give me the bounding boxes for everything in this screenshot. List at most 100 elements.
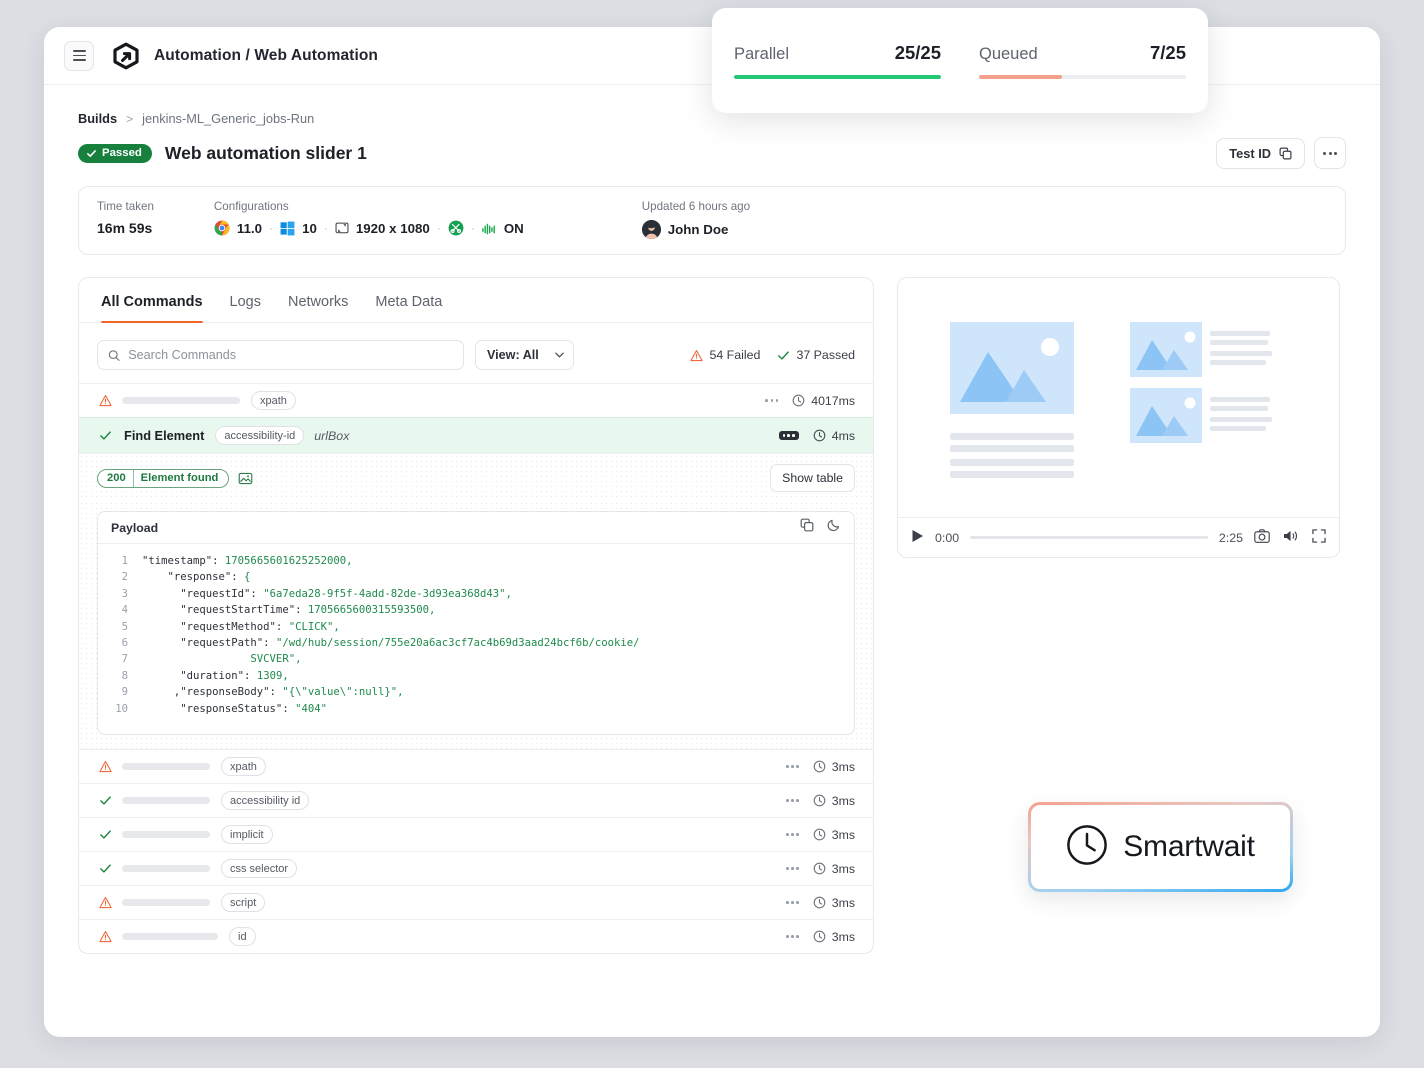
tab-networks[interactable]: Networks	[288, 294, 348, 322]
tab-meta-data[interactable]: Meta Data	[375, 294, 442, 322]
command-duration: 4ms	[813, 429, 855, 443]
test-id-label: Test ID	[1229, 146, 1271, 161]
test-id-button[interactable]: Test ID	[1216, 138, 1305, 169]
progress-bar[interactable]	[970, 536, 1208, 539]
clock-icon	[813, 760, 826, 773]
stat-queued-value: 7/25	[1150, 42, 1186, 64]
text-placeholder-line	[950, 459, 1074, 466]
command-row[interactable]: implicit3ms	[79, 817, 873, 851]
payload-code-line: 9 ,"responseBody": "{\"value\":null}",	[98, 684, 854, 700]
command-row[interactable]: script 3ms	[79, 885, 873, 919]
duration-label: 3ms	[832, 828, 855, 842]
video-panel: 0:00 2:25	[897, 277, 1340, 558]
command-row[interactable]: xpath 4017ms	[79, 383, 873, 417]
check-icon	[97, 862, 113, 875]
title-row: Passed Web automation slider 1 Test ID	[78, 137, 1346, 169]
status-badge-label: Passed	[102, 147, 142, 159]
clock-icon	[792, 394, 805, 407]
screenshot-icon[interactable]	[238, 471, 253, 486]
clock-icon	[813, 896, 826, 909]
screen-root: Automation / Web Automation Builds > jen…	[0, 0, 1424, 1068]
total-time: 2:25	[1219, 531, 1243, 545]
breadcrumb-root[interactable]: Builds	[78, 111, 117, 126]
play-icon[interactable]	[911, 529, 924, 546]
hamburger-icon[interactable]	[64, 41, 94, 71]
response-code: 200	[98, 470, 134, 487]
breadcrumb-leaf[interactable]: jenkins-ML_Generic_jobs-Run	[142, 111, 314, 126]
redacted-command-name	[122, 933, 218, 940]
row-more-button[interactable]	[786, 833, 799, 836]
clock-icon	[813, 930, 826, 943]
payload-header: Payload	[98, 512, 854, 544]
row-more-button[interactable]	[765, 399, 778, 402]
row-more-button[interactable]	[786, 935, 799, 938]
check-icon	[777, 349, 790, 362]
page-title: Web automation slider 1	[165, 143, 367, 164]
network-wave-icon	[482, 222, 497, 235]
command-row-actions: 3ms	[786, 828, 855, 842]
search-box[interactable]	[97, 340, 464, 370]
tab-bar: All Commands Logs Networks Meta Data	[79, 278, 873, 323]
redacted-command-name	[122, 865, 210, 872]
row-more-button[interactable]	[786, 765, 799, 768]
show-table-button[interactable]: Show table	[770, 464, 855, 492]
command-row-actions: 3ms	[786, 760, 855, 774]
command-row[interactable]: css selector 3ms	[79, 851, 873, 885]
command-row-actions: 3ms	[786, 896, 855, 910]
command-duration: 3ms	[813, 930, 855, 944]
redacted-command-name	[122, 831, 210, 838]
row-more-button[interactable]	[786, 901, 799, 904]
stat-parallel-top: Parallel 25/25	[734, 42, 941, 64]
payload-code-line: 3 "requestId": "6a7eda28-9f5f-4add-82de-…	[98, 586, 854, 602]
check-icon	[86, 148, 97, 159]
payload-code-line: 5 "requestMethod": "CLICK",	[98, 619, 854, 635]
warning-icon	[97, 896, 113, 909]
windows-icon	[280, 221, 295, 236]
row-more-button[interactable]	[786, 799, 799, 802]
duration-label: 4ms	[832, 429, 855, 443]
element-found-row: 200 Element found Show table	[79, 453, 873, 501]
command-row[interactable]: accessibility id3ms	[79, 783, 873, 817]
clock-icon	[813, 429, 826, 442]
payload-code[interactable]: 1"timestamp": 1705665601625252000,2 "res…	[98, 544, 854, 734]
payload-code-line: 2 "response": {	[98, 569, 854, 585]
command-locator-tag: css selector	[221, 859, 297, 878]
fullscreen-icon[interactable]	[1312, 529, 1326, 546]
stat-queued: Queued 7/25	[979, 42, 1186, 78]
chevron-down-icon	[555, 352, 564, 358]
selected-command-row[interactable]: Find Element accessibility-id urlBox 4ms	[79, 417, 873, 453]
command-duration: 3ms	[813, 896, 855, 910]
moon-icon[interactable]	[827, 518, 841, 537]
parallel-queued-stats-card: Parallel 25/25 Queued 7/25	[712, 8, 1208, 113]
time-taken-block: Time taken 16m 59s	[97, 200, 154, 236]
row-more-button-active[interactable]	[779, 431, 799, 440]
search-input[interactable]	[128, 348, 453, 362]
view-filter-dropdown[interactable]: View: All	[475, 340, 574, 370]
command-row[interactable]: xpath3ms	[79, 749, 873, 783]
command-row[interactable]: id3ms	[79, 919, 873, 953]
status-badge: Passed	[78, 144, 152, 163]
command-locator-tag: script	[221, 893, 265, 912]
time-taken-value: 16m 59s	[97, 220, 154, 236]
result-counts: 54 Failed 37 Passed	[690, 348, 855, 362]
check-icon	[97, 828, 113, 841]
command-locator-tag: accessibility id	[221, 791, 309, 810]
tab-logs[interactable]: Logs	[230, 294, 261, 322]
video-preview-skeleton	[898, 278, 1339, 517]
line-number: 6	[98, 635, 142, 651]
payload-code-line: 10 "responseStatus": "404"	[98, 701, 854, 717]
configurations-values: 11.0 · 10 · 1920 x 1080 ·	[214, 220, 524, 236]
payload-section: Payload	[79, 501, 873, 749]
volume-icon[interactable]	[1283, 529, 1299, 546]
payload-code-line: 4 "requestStartTime": 170566560031559350…	[98, 602, 854, 618]
command-name: Find Element	[124, 428, 204, 443]
camera-icon[interactable]	[1254, 529, 1270, 546]
command-duration: 3ms	[813, 862, 855, 876]
redacted-command-name	[122, 899, 210, 906]
text-placeholder-line	[950, 471, 1074, 478]
os-version: 10	[302, 221, 317, 236]
row-more-button[interactable]	[786, 867, 799, 870]
copy-icon[interactable]	[800, 518, 814, 537]
more-options-button[interactable]	[1314, 137, 1346, 169]
tab-all-commands[interactable]: All Commands	[101, 294, 203, 322]
